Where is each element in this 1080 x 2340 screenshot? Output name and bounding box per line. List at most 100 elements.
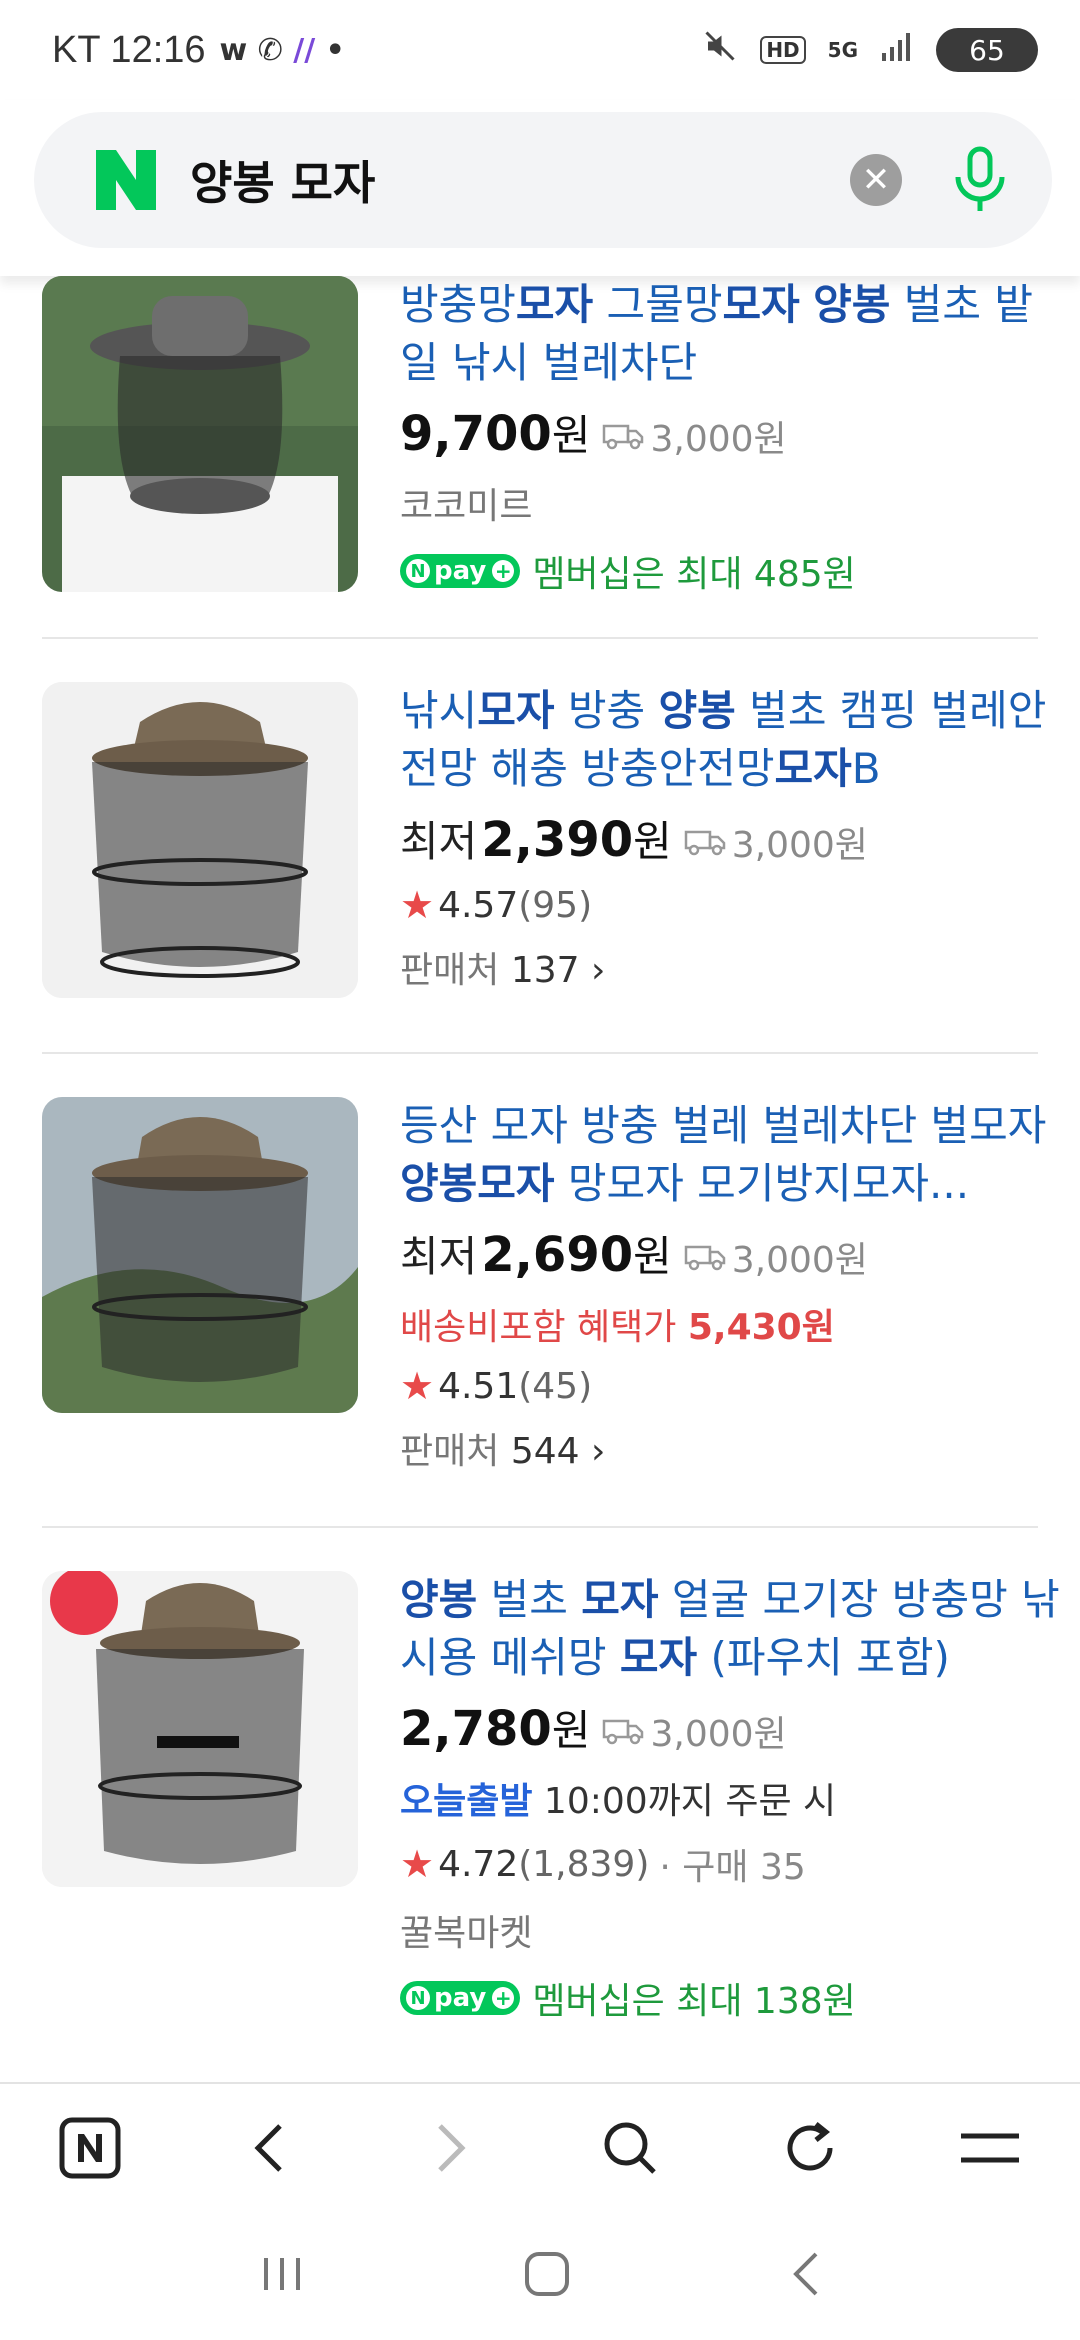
microphone-icon[interactable]	[950, 145, 1010, 215]
rating-row: ★ 4.72 (1,839) · 구매 35	[400, 1838, 1070, 1890]
rating-row: ★ 4.51 (45)	[400, 1364, 1070, 1408]
product-title[interactable]: 등산 모자 방충 벌레 벌레차단 벌모자 양봉모자 망모자 모기방지모자...	[400, 1097, 1070, 1213]
product-image[interactable]	[42, 1571, 358, 1887]
npay-membership-text: 멤버십은 최대 485원	[532, 554, 856, 595]
title-keyword: 모자	[581, 1575, 659, 1624]
mute-icon	[702, 28, 738, 72]
shipping-fee-value: 3,000원	[650, 1714, 787, 1755]
product-title[interactable]: 낚시모자 방충 양봉 벌초 캠핑 벌레안전망 해충 방충안전망모자B	[400, 682, 1070, 798]
hd-icon: HD	[760, 36, 806, 64]
home-button[interactable]	[523, 2250, 571, 2302]
product-info: 양봉 벌초 모자 얼굴 모기장 방충망 낚시용 메쉬망 모자 (파우치 포함) …	[400, 1571, 1070, 2024]
product-title[interactable]: 방충망모자 그물망모자 양봉 벌초 밭일 낚시 벌레차단	[400, 276, 1070, 392]
title-keyword: 모자	[774, 744, 852, 793]
product-image[interactable]	[42, 276, 358, 592]
search-input[interactable]: 양봉 모자	[190, 147, 850, 213]
refresh-button[interactable]	[750, 2098, 870, 2198]
benefit-price-row: 배송비포함 혜택가 5,430원	[400, 1298, 1070, 1350]
system-back-button[interactable]	[790, 2250, 820, 2302]
search-icon	[604, 2122, 656, 2174]
forward-button[interactable]	[390, 2098, 510, 2198]
product-price: 2,690	[481, 1227, 634, 1283]
title-text: B	[851, 744, 881, 793]
star-icon: ★	[400, 1364, 435, 1408]
sellers-link[interactable]: 판매처 137 ›	[400, 941, 1070, 993]
title-text: 방충	[554, 686, 659, 735]
review-count: (95)	[518, 884, 593, 926]
npay-badge-icon: Npay +	[400, 554, 521, 588]
price-row: 9,700 원 3,000원	[400, 402, 1070, 463]
sellers-link[interactable]: 판매처 544 ›	[400, 1422, 1070, 1474]
search-button[interactable]	[570, 2098, 690, 2198]
back-icon	[793, 2252, 818, 2296]
product-info: 등산 모자 방충 벌레 벌레차단 벌모자 양봉모자 망모자 모기방지모자... …	[400, 1097, 1070, 1474]
product-info: 낚시모자 방충 양봉 벌초 캠핑 벌레안전망 해충 방충안전망모자B 최저 2,…	[400, 682, 1070, 993]
menu-button[interactable]	[930, 2098, 1050, 2198]
seller-name[interactable]: 코코미르	[400, 477, 1070, 529]
benefit-label: 배송비포함 혜택가	[400, 1307, 688, 1348]
product-price: 2,780	[400, 1701, 552, 1757]
browser-toolbar	[0, 2082, 1080, 2212]
delivery-info: 오늘출발 10:00까지 주문 시	[400, 1772, 1070, 1824]
truck-icon	[603, 424, 644, 450]
seller-name[interactable]: 꿀복마켓	[400, 1904, 1070, 1956]
shipping-fee-value: 3,000원	[650, 419, 787, 460]
lowest-price-label: 최저	[400, 817, 478, 866]
price-row: 2,780 원 3,000원	[400, 1697, 1070, 1758]
rating-row: ★ 4.57 (95)	[400, 883, 1070, 927]
product-title[interactable]: 양봉 벌초 모자 얼굴 모기장 방충망 낚시용 메쉬망 모자 (파우치 포함)	[400, 1571, 1070, 1687]
search-bar[interactable]: 양봉 모자 ✕	[34, 112, 1052, 248]
naver-home-button[interactable]	[30, 2098, 150, 2198]
title-keyword: 모자	[477, 686, 555, 735]
review-count: (45)	[518, 1365, 593, 1407]
refresh-icon	[787, 2122, 833, 2171]
title-keyword: 모자	[722, 280, 800, 329]
product-info: 방충망모자 그물망모자 양봉 벌초 밭일 낚시 벌레차단 9,700 원 3,0…	[400, 276, 1070, 597]
shipping-fee-value: 3,000원	[731, 1240, 868, 1281]
rating-score: 4.72	[438, 1843, 519, 1885]
shipping-fee: 3,000원	[684, 1231, 868, 1283]
naver-home-icon	[59, 2117, 121, 2179]
system-navigation-bar	[0, 2212, 1080, 2340]
title-text: 등산 모자 방충 벌레 벌레차단 벌모자	[400, 1101, 1047, 1150]
home-icon	[524, 2252, 569, 2296]
truck-icon	[684, 830, 725, 856]
status-bar: KT 12:16 w ✆ // • HD 5G 65	[0, 0, 1080, 100]
battery-icon: 65	[936, 28, 1038, 72]
delivery-cutoff: 10:00까지 주문 시	[532, 1781, 837, 1822]
title-text	[800, 280, 813, 329]
npay-badge-icon: Npay +	[400, 1981, 521, 2015]
truck-icon	[684, 1245, 725, 1271]
price-row: 최저 2,390 원 3,000원	[400, 808, 1070, 869]
naver-logo-icon[interactable]	[96, 150, 156, 210]
sellers-label: 판매처	[400, 1431, 500, 1472]
back-button[interactable]	[210, 2098, 330, 2198]
star-icon: ★	[400, 1842, 435, 1886]
chevron-right-icon	[438, 2124, 466, 2172]
price-row: 최저 2,690 원 3,000원	[400, 1223, 1070, 1284]
today-dispatch-badge: 오늘출발	[400, 1781, 533, 1822]
title-keyword: 모자	[515, 280, 594, 329]
title-keyword: 모자	[619, 1633, 698, 1682]
shipping-fee: 3,000원	[602, 1705, 787, 1757]
title-text: 그물망	[593, 280, 723, 329]
title-text: 낚시	[400, 686, 478, 735]
status-left: KT 12:16 w ✆ // •	[52, 29, 345, 72]
status-right: HD 5G 65	[702, 28, 1038, 72]
shipping-fee: 3,000원	[602, 410, 787, 462]
product-image[interactable]	[42, 1097, 358, 1413]
title-text: 망모자 모기방지모자...	[554, 1159, 970, 1208]
clear-search-icon[interactable]: ✕	[850, 154, 902, 206]
recent-apps-icon	[263, 2258, 300, 2290]
title-text: (파우치 포함)	[697, 1633, 950, 1682]
recent-apps-button[interactable]	[260, 2254, 304, 2298]
purchase-count: · 구매 35	[659, 1847, 806, 1888]
rating-score: 4.51	[438, 1365, 519, 1407]
currency-label: 원	[633, 1232, 672, 1281]
currency-label: 원	[633, 817, 672, 866]
signal-icon	[880, 31, 914, 69]
product-image[interactable]	[42, 682, 358, 998]
truck-icon	[603, 1719, 644, 1745]
rating-score: 4.57	[438, 884, 519, 926]
benefit-price: 5,430원	[687, 1307, 835, 1348]
